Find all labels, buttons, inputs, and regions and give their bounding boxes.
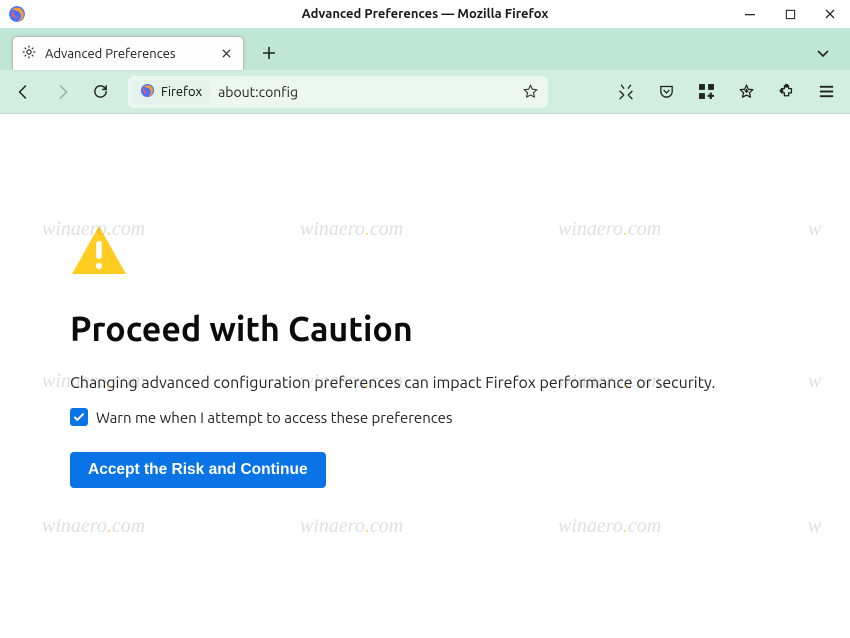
tab-close-button[interactable] bbox=[217, 45, 235, 63]
nav-toolbar: Firefox about:config bbox=[0, 70, 850, 114]
window-controls bbox=[730, 0, 850, 28]
tab-title: Advanced Preferences bbox=[45, 47, 209, 61]
minimize-button[interactable] bbox=[730, 0, 770, 28]
account-button[interactable] bbox=[692, 78, 720, 106]
warn-checkbox-label: Warn me when I attempt to access these p… bbox=[96, 409, 452, 426]
accept-risk-button[interactable]: Accept the Risk and Continue bbox=[70, 452, 326, 488]
page-heading: Proceed with Caution bbox=[70, 310, 780, 348]
url-bar[interactable]: Firefox about:config bbox=[128, 76, 548, 108]
firefox-app-icon bbox=[8, 5, 26, 23]
close-button[interactable] bbox=[810, 0, 850, 28]
watermark: winaero.com bbox=[558, 515, 661, 538]
warning-triangle-icon bbox=[70, 224, 780, 280]
maximize-button[interactable] bbox=[770, 0, 810, 28]
new-tab-button[interactable] bbox=[254, 38, 284, 68]
page-description: Changing advanced configuration preferen… bbox=[70, 374, 780, 392]
window-title: Advanced Preferences — Mozilla Firefox bbox=[0, 7, 850, 21]
identity-box[interactable]: Firefox bbox=[132, 80, 210, 104]
about-config-warning-page: Proceed with Caution Changing advanced c… bbox=[0, 114, 850, 508]
screenshot-button[interactable] bbox=[612, 78, 640, 106]
extensions-button[interactable] bbox=[772, 78, 800, 106]
tab-advanced-preferences[interactable]: Advanced Preferences bbox=[12, 36, 244, 70]
watermark: w bbox=[808, 515, 821, 538]
gear-icon bbox=[21, 44, 37, 63]
bookmark-star-button[interactable] bbox=[518, 80, 542, 104]
warn-checkbox[interactable] bbox=[70, 408, 88, 426]
identity-label: Firefox bbox=[161, 85, 202, 99]
pocket-button[interactable] bbox=[652, 78, 680, 106]
tab-strip: Advanced Preferences bbox=[0, 28, 850, 70]
downloads-button[interactable] bbox=[732, 78, 760, 106]
url-text: about:config bbox=[218, 84, 298, 100]
watermark: winaero.com bbox=[42, 515, 145, 538]
window-titlebar: Advanced Preferences — Mozilla Firefox bbox=[0, 0, 850, 28]
list-all-tabs-button[interactable] bbox=[808, 38, 838, 68]
back-button[interactable] bbox=[10, 78, 38, 106]
forward-button[interactable] bbox=[48, 78, 76, 106]
warn-checkbox-row[interactable]: Warn me when I attempt to access these p… bbox=[70, 408, 780, 426]
app-menu-button[interactable] bbox=[812, 78, 840, 106]
firefox-identity-icon bbox=[140, 83, 155, 101]
watermark: winaero.com bbox=[300, 515, 403, 538]
reload-button[interactable] bbox=[86, 78, 114, 106]
toolbar-right bbox=[612, 78, 840, 106]
